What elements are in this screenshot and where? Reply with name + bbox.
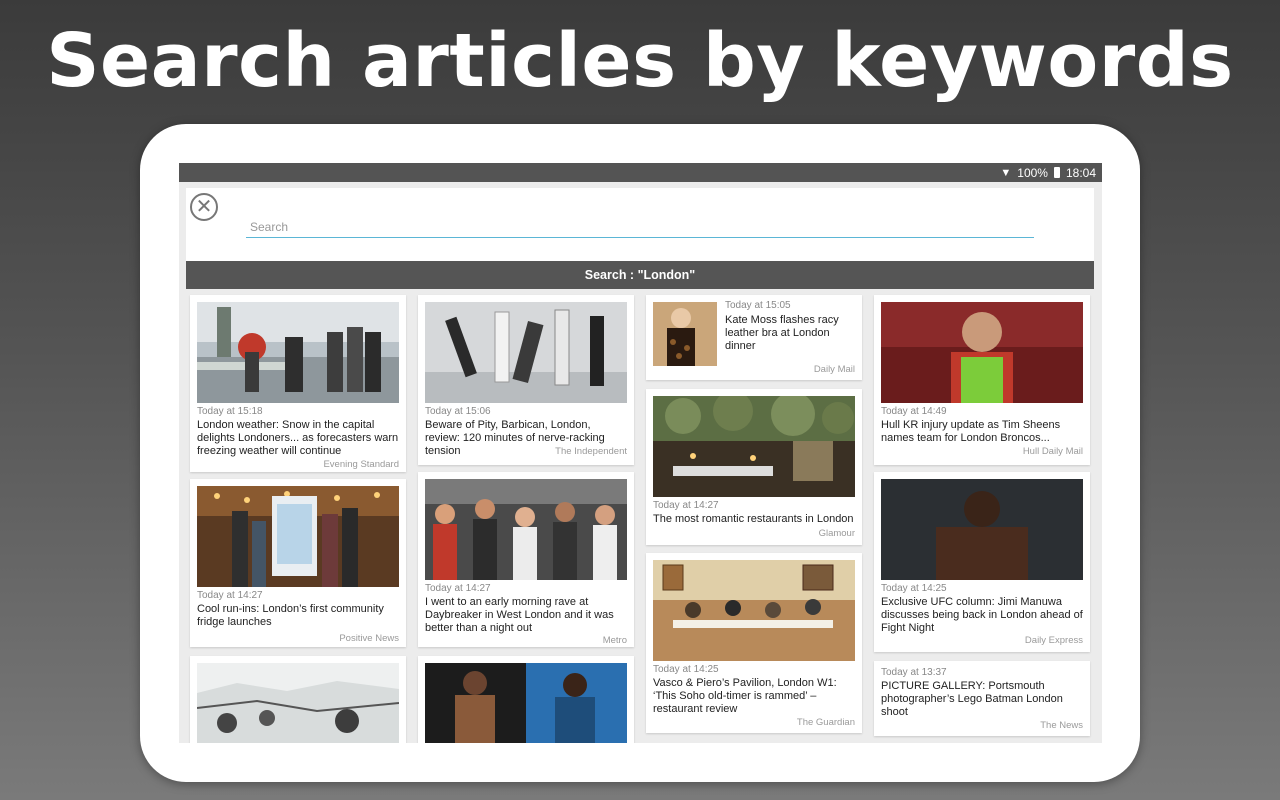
- article-title: London weather: Snow in the capital deli…: [197, 419, 399, 457]
- wifi-icon: ▼: [1000, 166, 1012, 179]
- article-card[interactable]: Today at 13:37 PICTURE GALLERY: Portsmou…: [874, 661, 1090, 736]
- article-image: [197, 486, 399, 587]
- app-screen: ▼ 100% 18:04 ✕ Search : "London": [179, 163, 1102, 743]
- article-time: Today at 15:06: [425, 406, 491, 417]
- article-time: Today at 14:25: [881, 583, 947, 594]
- close-icon[interactable]: ✕: [190, 193, 218, 221]
- article-time: Today at 13:37: [881, 667, 947, 678]
- article-card[interactable]: Today at 15:18 London weather: Snow in t…: [190, 295, 406, 472]
- article-title: PICTURE GALLERY: Portsmouth photographer…: [881, 680, 1063, 718]
- article-source: Glamour: [818, 528, 855, 539]
- clock: 18:04: [1065, 165, 1096, 180]
- article-image: [197, 302, 399, 403]
- battery-icon: [1053, 167, 1060, 178]
- article-card[interactable]: Today at 14:49 Hull KR injury update as …: [874, 295, 1090, 465]
- article-time: Today at 14:27: [653, 500, 719, 511]
- article-card[interactable]: Today at 14:27 I went to an early mornin…: [418, 472, 634, 647]
- article-source: Daily Mail: [813, 364, 855, 375]
- article-source: The Guardian: [796, 717, 855, 728]
- article-title: I went to an early morning rave at Daybr…: [425, 596, 614, 634]
- article-image: [881, 302, 1083, 403]
- article-title: Hull KR injury update as Tim Sheens name…: [881, 419, 1061, 444]
- article-time: Today at 14:25: [653, 664, 719, 675]
- article-card[interactable]: Today at 15:06 Beware of Pity, Barbican,…: [418, 295, 634, 465]
- article-image: [881, 479, 1083, 580]
- article-time: Today at 14:27: [197, 590, 263, 601]
- article-card[interactable]: Today at 14:27 The most romantic restaur…: [646, 389, 862, 545]
- article-source: The News: [1040, 720, 1083, 731]
- article-image: [653, 302, 717, 366]
- article-image: [425, 302, 627, 403]
- article-source: Daily Express: [1024, 635, 1083, 646]
- article-time: Today at 15:18: [197, 406, 263, 417]
- battery-level: 100%: [1017, 165, 1048, 180]
- article-card[interactable]: [418, 656, 634, 743]
- promo-headline: Search articles by keywords: [46, 18, 1234, 104]
- article-image: [425, 663, 627, 743]
- article-title: Vasco & Piero’s Pavilion, London W1: ‘Th…: [653, 677, 837, 715]
- article-source: Positive News: [339, 633, 399, 644]
- article-card[interactable]: Today at 15:05 Kate Moss flashes racy le…: [646, 295, 862, 380]
- article-title: The most romantic restaurants in London: [653, 513, 854, 525]
- article-grid: Today at 15:18 London weather: Snow in t…: [190, 295, 1092, 743]
- article-image: [197, 663, 399, 743]
- article-time: Today at 14:27: [425, 583, 491, 594]
- search-results-header: Search : "London": [186, 261, 1094, 289]
- search-panel: ✕: [186, 188, 1094, 262]
- article-title: Cool run-ins: London’s first community f…: [197, 603, 384, 628]
- article-card[interactable]: [190, 656, 406, 743]
- article-title: Kate Moss flashes racy leather bra at Lo…: [725, 314, 839, 352]
- status-bar: ▼ 100% 18:04: [179, 163, 1102, 182]
- article-card[interactable]: Today at 14:25 Vasco & Piero’s Pavilion,…: [646, 553, 862, 733]
- article-image: [425, 479, 627, 580]
- article-time: Today at 15:05: [725, 300, 791, 311]
- article-source: Hull Daily Mail: [1022, 446, 1083, 457]
- article-source: Metro: [602, 635, 627, 646]
- article-source: Evening Standard: [323, 459, 399, 470]
- article-time: Today at 14:49: [881, 406, 947, 417]
- article-card[interactable]: Today at 14:25 Exclusive UFC column: Jim…: [874, 472, 1090, 652]
- article-image: [653, 560, 855, 661]
- article-image: [653, 396, 855, 497]
- article-source: The Independent: [555, 446, 627, 457]
- article-card[interactable]: Today at 14:27 Cool run-ins: London’s fi…: [190, 479, 406, 647]
- article-title: Exclusive UFC column: Jimi Manuwa discus…: [881, 596, 1083, 634]
- search-input[interactable]: [246, 216, 1034, 238]
